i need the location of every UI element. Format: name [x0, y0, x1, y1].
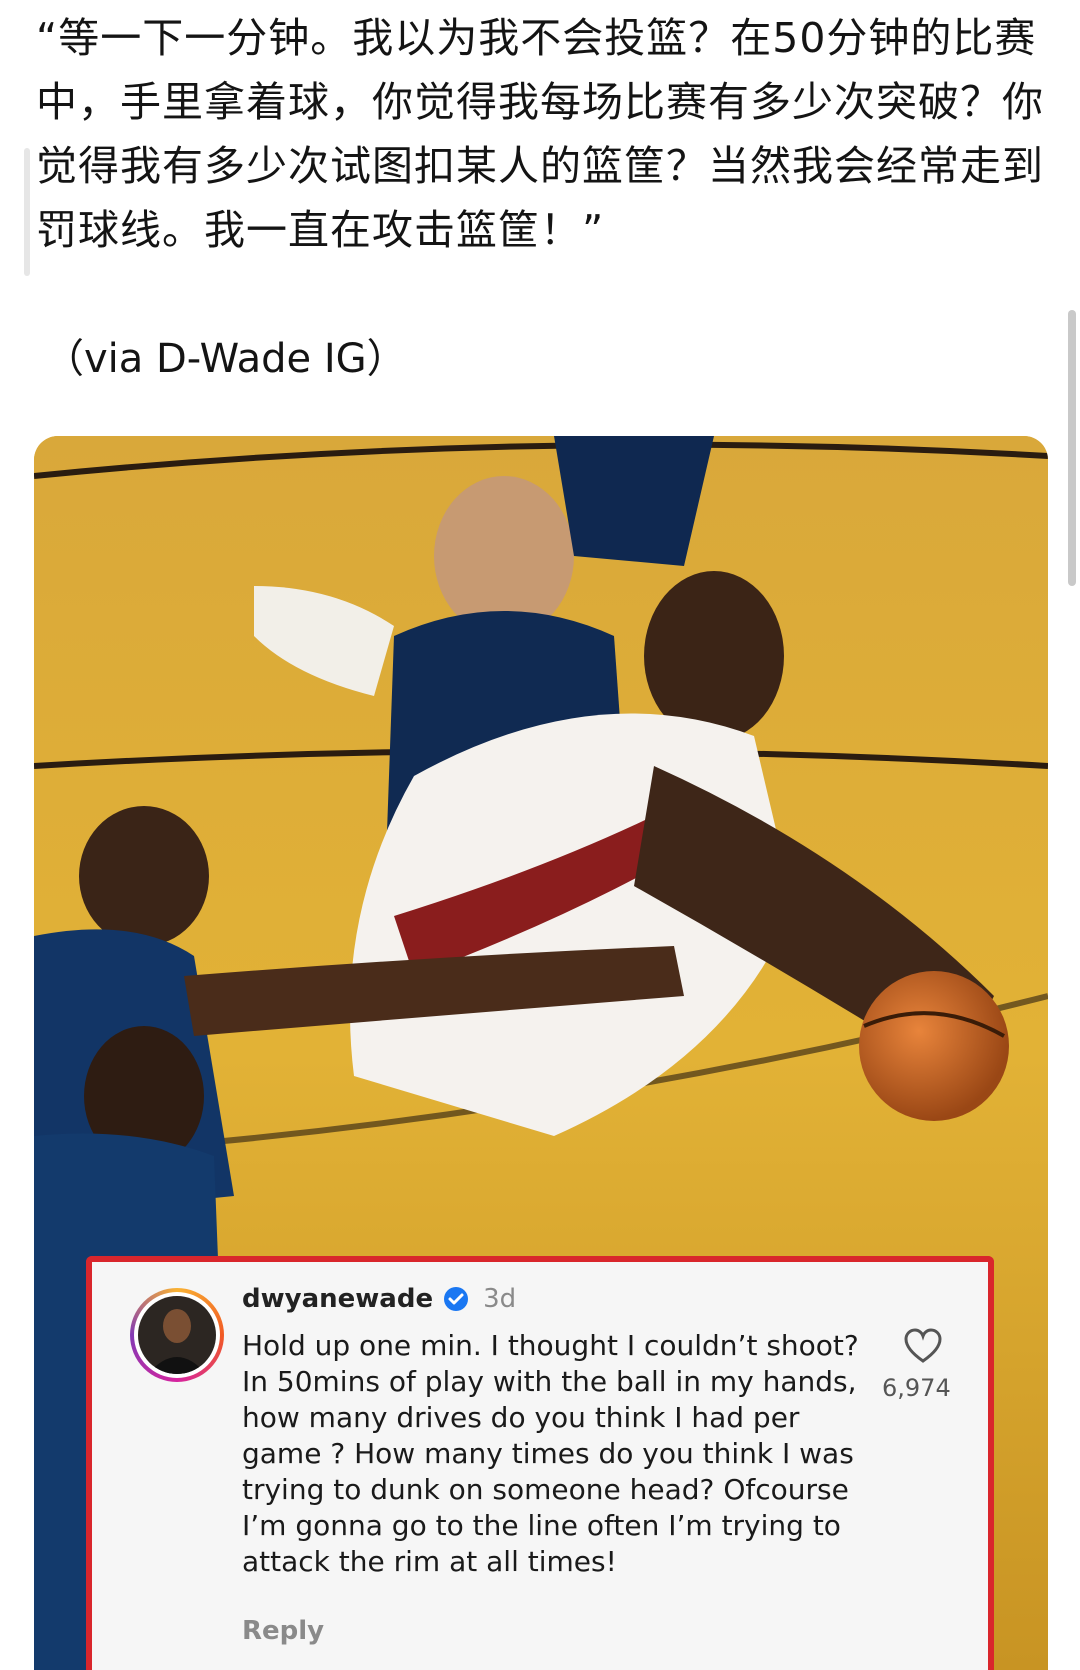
heart-icon[interactable] — [904, 1328, 942, 1364]
avatar[interactable] — [130, 1288, 224, 1382]
reply-button[interactable]: Reply — [242, 1616, 324, 1646]
verified-badge-icon — [444, 1287, 469, 1311]
post-text: “等一下一分钟。我以为我不会投篮？在50分钟的比赛中，手里拿着球，你觉得我每场比… — [36, 14, 1044, 254]
comment-username[interactable]: dwyanewade — [242, 1284, 433, 1314]
comment-text: Hold up one min. I thought I couldn’t sh… — [242, 1329, 859, 1578]
scrollbar[interactable] — [1068, 310, 1076, 586]
source-credit: （via D-Wade IG） — [44, 336, 407, 382]
like-count: 6,974 — [882, 1374, 951, 1402]
instagram-comment: dwyanewade 3d Hold up one min. I thought… — [86, 1256, 994, 1670]
quote-bar — [24, 148, 30, 276]
comment-time: 3d — [483, 1284, 517, 1314]
